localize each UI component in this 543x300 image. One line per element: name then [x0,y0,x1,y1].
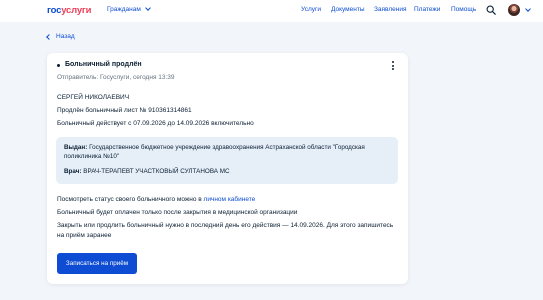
close-text: Закрыть или продлить больничный нужно в … [57,222,394,229]
issued-by-cont: поликлиника №10" [64,153,120,160]
patient-name: СЕРГЕЙ НИКОЛАЕВИЧ [57,94,130,101]
card-title: Больничный продлён [65,61,142,68]
book-appointment-button[interactable]: Записаться на приём [57,253,137,274]
info-box: Выдан: Государственное бюджетное учрежде… [56,137,398,184]
nav-help[interactable]: Помощь [451,6,476,13]
profile-chevron-down-icon[interactable] [525,6,531,12]
status-text: Посмотреть статус своего больничного мож… [57,196,256,203]
back-label: Назад [56,33,75,40]
personal-account-link[interactable]: личном кабинете [204,196,256,203]
nav-documents[interactable]: Документы [331,6,365,13]
search-icon[interactable] [486,5,496,15]
avatar[interactable] [508,4,520,16]
audience-dropdown[interactable]: Гражданам [107,5,151,13]
top-header: госуслуги Гражданам Услуги Документы Зая… [0,0,543,22]
nav-payments[interactable]: Платежи [414,6,440,13]
notification-card: Больничный продлён Отправитель: Госуслуг… [47,53,408,284]
back-link[interactable]: Назад [46,33,75,40]
unread-dot-icon [57,64,60,67]
more-options-icon[interactable] [391,61,395,70]
doctor: Врач: ВРАЧ-ТЕРАПЕВТ УЧАСТКОВЫЙ СУЛТАНОВА… [64,168,230,175]
sick-leave-period: Больничный действует с 07.09.2026 до 14.… [57,120,254,127]
chevron-left-icon [46,33,52,40]
nav-services[interactable]: Услуги [301,6,321,13]
sick-leave-number: Продлён больничный лист № 910361314861 [57,107,192,114]
issued-by: Выдан: Государственное бюджетное учрежде… [64,144,365,151]
nav-applications[interactable]: Заявления [374,6,407,13]
gosuslugi-logo[interactable]: госуслуги [47,5,92,16]
close-text-cont: на приём заранее [57,232,112,239]
sender-meta: Отправитель: Госуслуги, сегодня 13:39 [57,74,175,81]
chevron-down-icon [144,5,151,11]
audience-label: Гражданам [107,6,141,13]
payment-text: Больничный будет оплачен только после за… [57,209,298,216]
